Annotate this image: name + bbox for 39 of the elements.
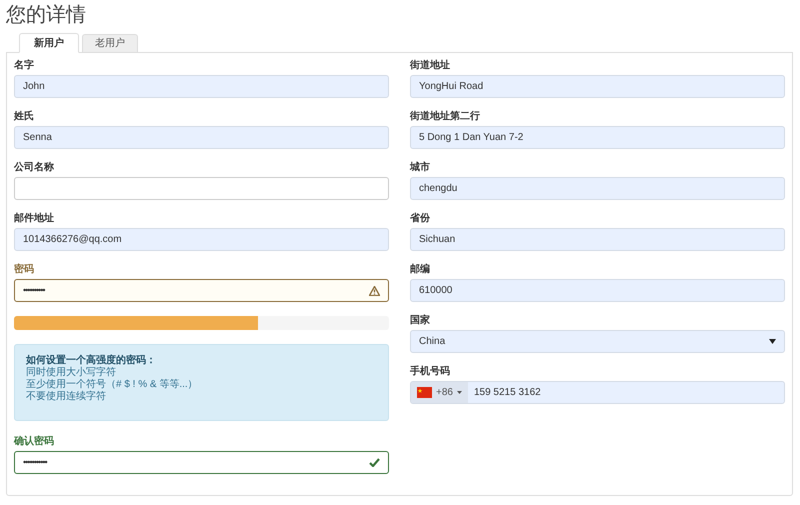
input-field[interactable]: 5 Dong 1 Dan Yuan 7-2: [410, 126, 785, 149]
input-field[interactable]: Senna: [14, 126, 389, 149]
field-label: 姓氏: [14, 110, 35, 124]
country-select[interactable]: China: [410, 330, 785, 353]
field-label: 邮件地址: [14, 212, 55, 226]
warning-icon: [369, 286, 380, 296]
tab[interactable]: 老用户: [82, 34, 138, 53]
field-label: 城市: [410, 161, 431, 175]
field-label: 密码: [14, 263, 35, 277]
check-icon: [369, 458, 380, 467]
input-field[interactable]: chengdu: [410, 177, 785, 200]
field-label: 手机号码: [410, 365, 451, 379]
tip-line: 同时使用大小写字符: [26, 367, 117, 378]
field-label: 街道地址第二行: [410, 110, 481, 124]
input-field[interactable]: Sichuan: [410, 228, 785, 251]
input-field[interactable]: YongHui Road: [410, 75, 785, 98]
input-field[interactable]: 610000: [410, 279, 785, 302]
field-label: 街道地址: [410, 59, 451, 73]
caret-icon: [456, 391, 462, 394]
input-field[interactable]: 1014366276@qq.com: [14, 228, 389, 251]
field-label: 邮编: [410, 263, 431, 277]
password-field[interactable]: •••••••••••: [14, 451, 389, 474]
tip-line: 至少使用一个符号（# $ ! % & 等等...）: [26, 379, 199, 390]
tip-title: 如何设置一个高强度的密码：: [26, 355, 157, 366]
input-field[interactable]: [14, 177, 389, 200]
tip-line: 不要使用连续字符: [26, 391, 107, 403]
input-field[interactable]: John: [14, 75, 389, 98]
field-label: 国家: [410, 314, 431, 328]
field-label: 确认密码: [14, 435, 55, 449]
page-title: 您的详情: [6, 1, 87, 28]
field-label: 省份: [410, 212, 431, 226]
password-field[interactable]: ••••••••••: [14, 279, 389, 302]
caret-icon: [769, 339, 776, 344]
phone-field[interactable]: +86 159 5215 3162: [410, 381, 785, 404]
field-label: 公司名称: [14, 161, 55, 175]
field-label: 名字: [14, 59, 35, 73]
country-code-dropdown[interactable]: +86: [411, 382, 468, 403]
flag-icon: [417, 387, 432, 398]
tab[interactable]: 新用户: [19, 33, 79, 53]
